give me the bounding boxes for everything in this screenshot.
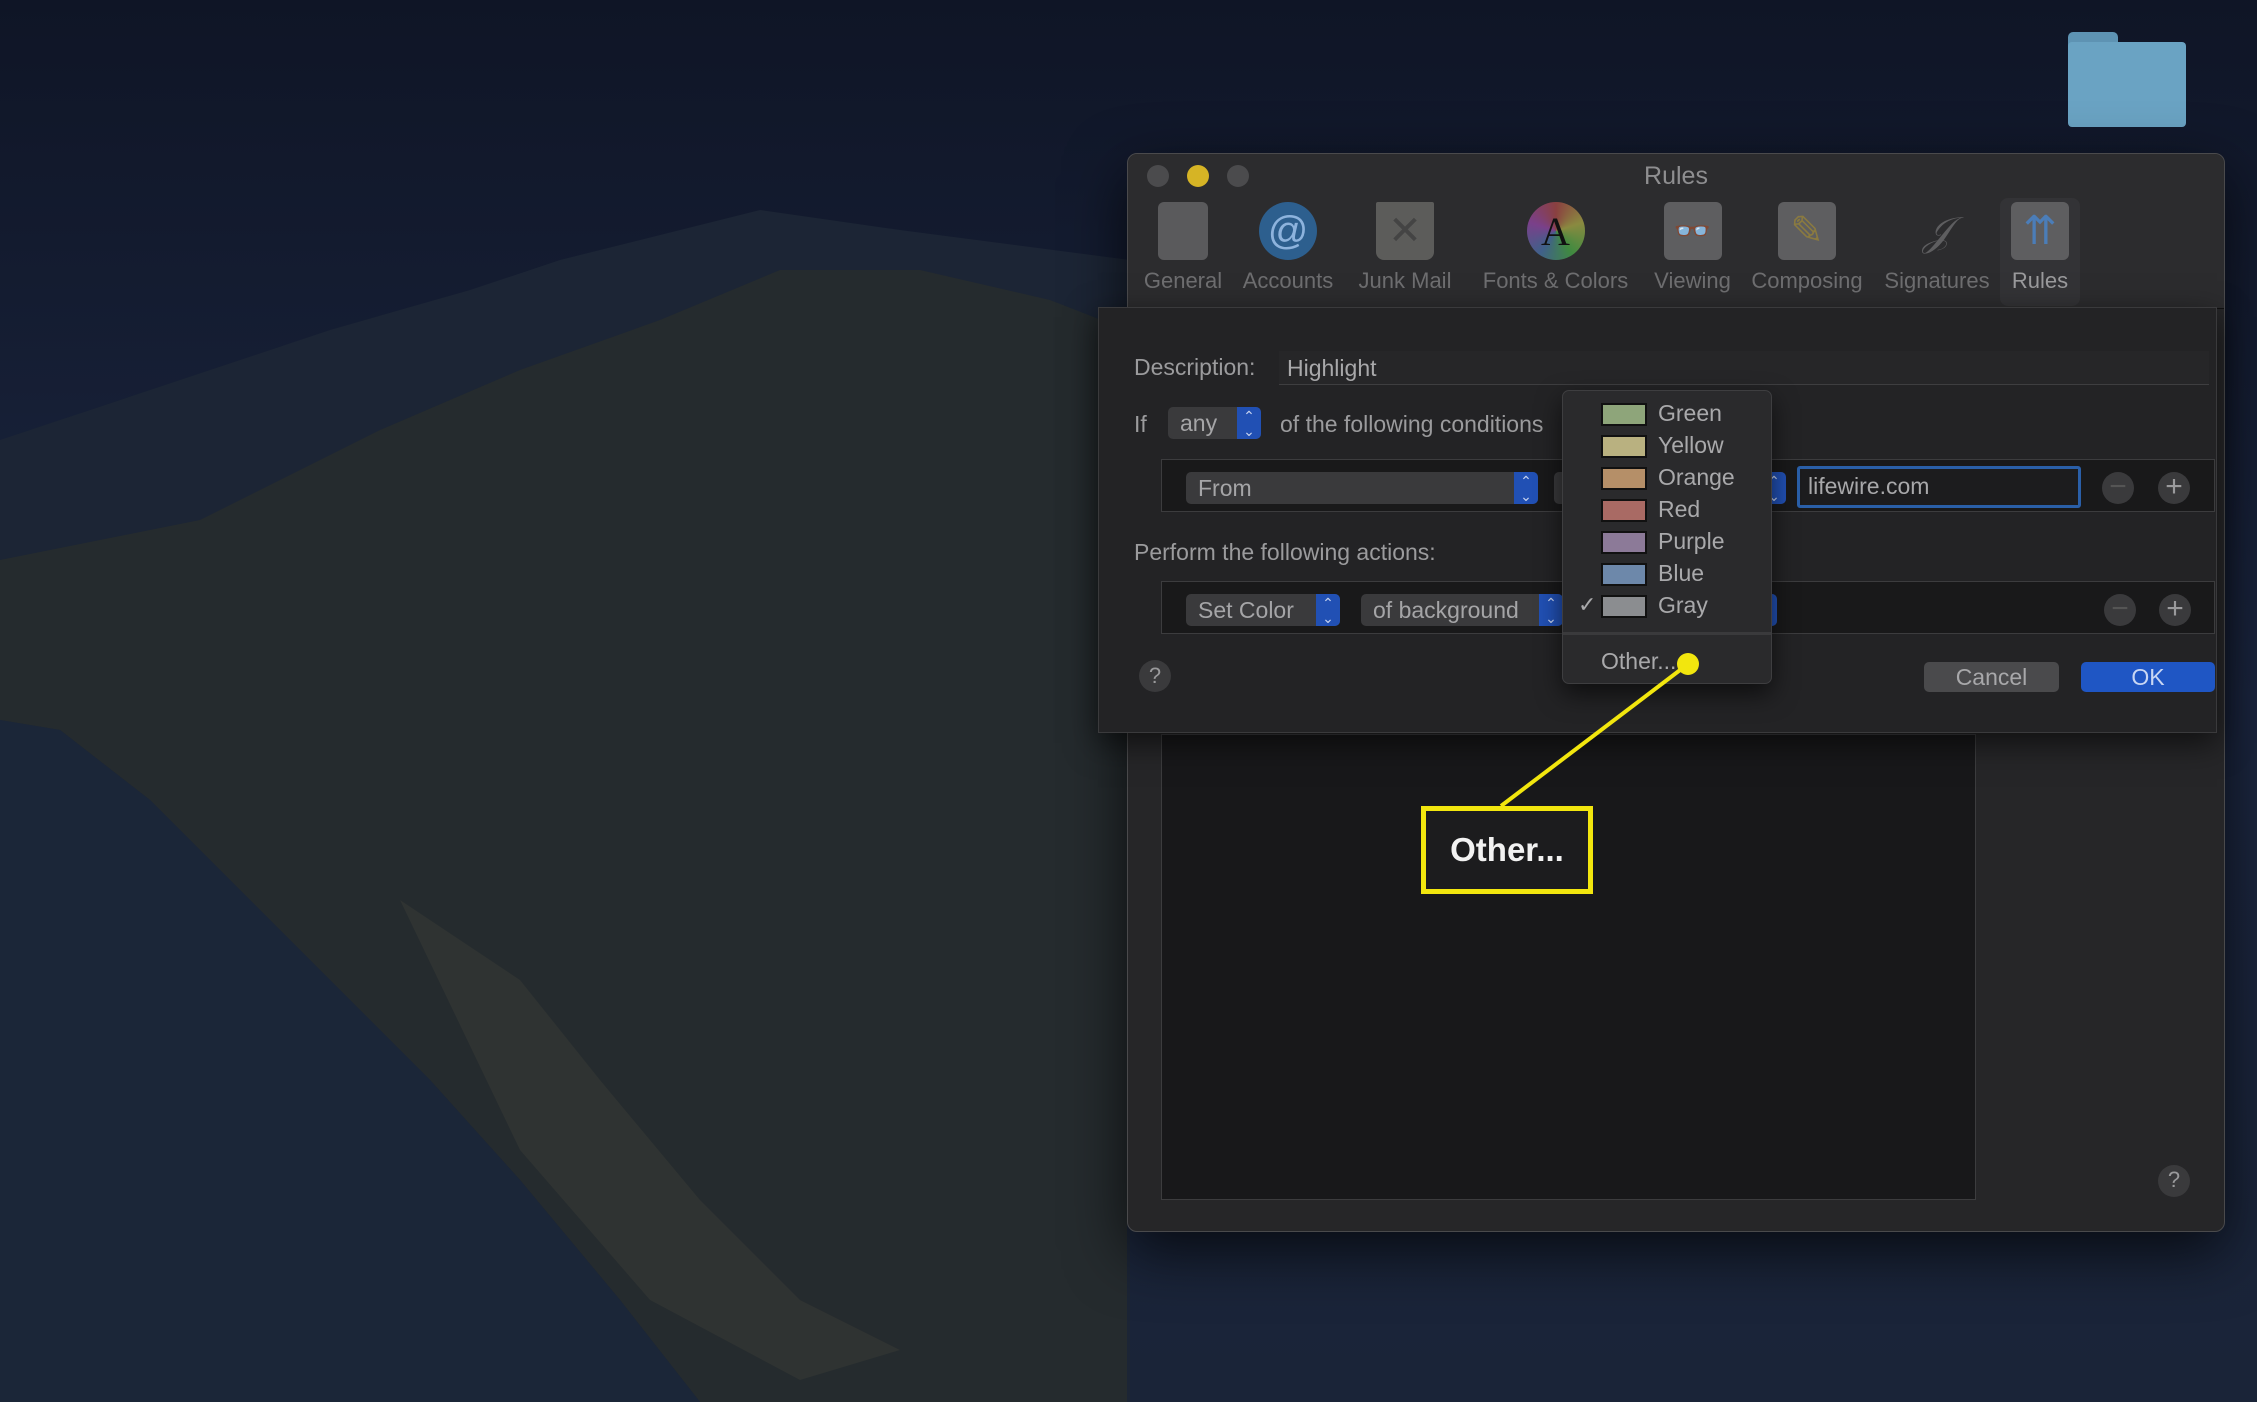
callout-label: Other... [1421,806,1593,894]
callout-dot [1677,653,1699,675]
callout-line [1499,662,1690,808]
callout-pointer [1499,653,1699,808]
